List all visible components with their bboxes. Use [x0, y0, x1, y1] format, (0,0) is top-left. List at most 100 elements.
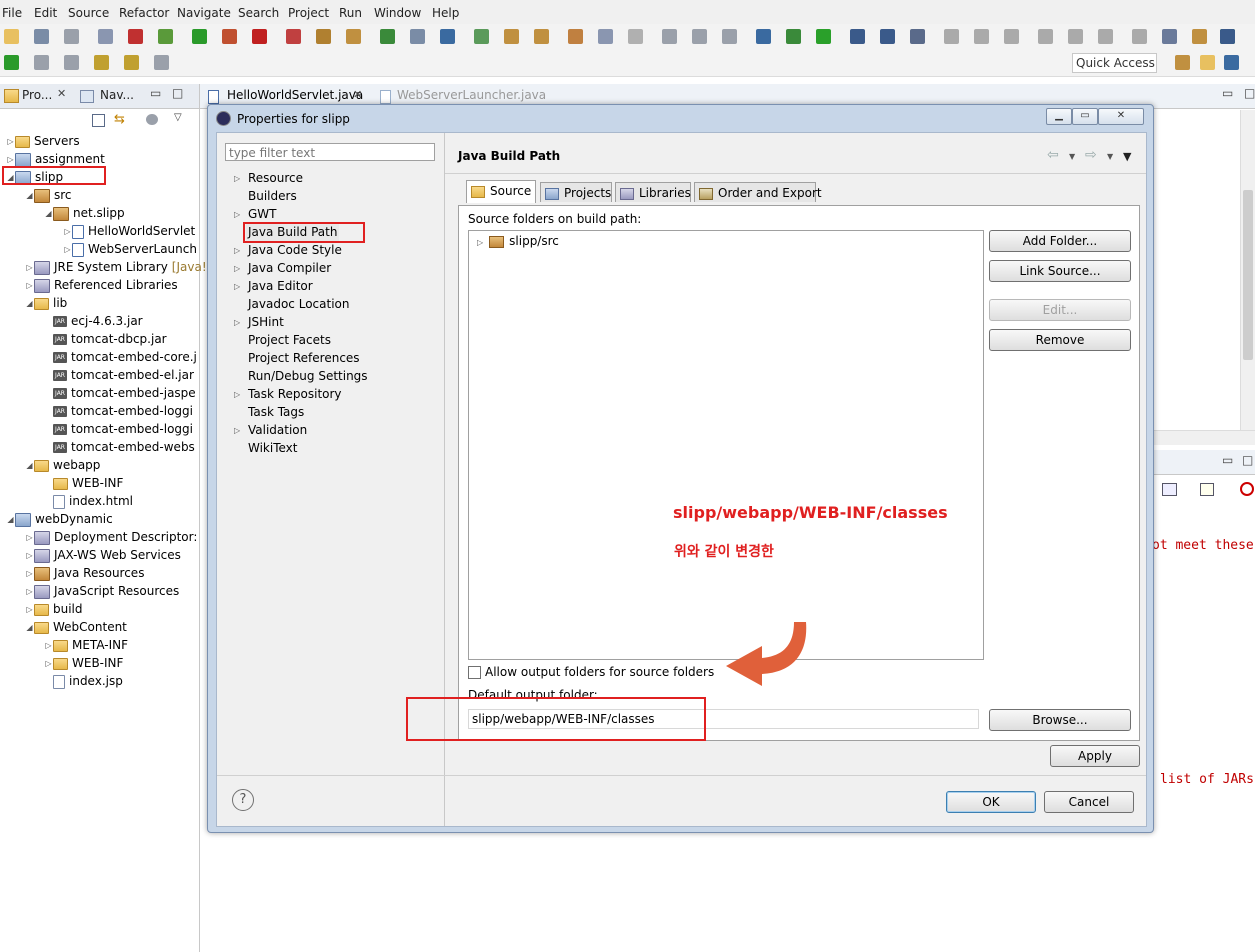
toolbar-icon[interactable] — [756, 29, 771, 44]
toolbar-icon[interactable] — [474, 29, 489, 44]
toolbar-icon[interactable] — [722, 29, 737, 44]
toolbar-icon[interactable] — [1132, 29, 1147, 44]
expand-icon[interactable]: ▷ — [234, 246, 240, 255]
dialog-title-bar[interactable]: Properties for slipp ▁ ▭ ✕ — [208, 105, 1153, 132]
expand-icon[interactable]: ▷ — [25, 529, 34, 547]
help-icon[interactable]: ? — [232, 789, 254, 811]
menu-refactor[interactable]: Refactor — [119, 6, 169, 20]
expand-icon[interactable]: ▷ — [234, 210, 240, 219]
expand-icon[interactable]: ▷ — [25, 259, 34, 277]
toolbar-icon[interactable] — [1004, 29, 1019, 44]
tree-item[interactable]: ◢ webDynamic — [6, 510, 113, 528]
chevron-down-icon[interactable]: ▼ — [1069, 152, 1075, 161]
toolbar-icon[interactable] — [1220, 29, 1235, 44]
tree-item[interactable]: ▷ Servers — [6, 132, 79, 151]
menu-edit[interactable]: Edit — [34, 6, 57, 20]
allow-output-folders-row[interactable]: Allow output folders for source folders — [468, 665, 714, 679]
chevron-down-icon[interactable]: ▼ — [1107, 152, 1113, 161]
tab-project-explorer[interactable]: Pro... — [22, 88, 52, 102]
filters-icon[interactable] — [146, 114, 158, 125]
view-menu-icon[interactable]: ▼ — [1123, 150, 1131, 163]
tree-item[interactable]: ▷ JRE System Library [Java! — [25, 258, 207, 276]
toolbar-icon[interactable] — [504, 29, 519, 44]
tree-item[interactable]: index.html — [44, 492, 133, 510]
nav-item-validation[interactable]: Validation — [248, 421, 307, 439]
expand-icon[interactable]: ▷ — [44, 655, 53, 673]
expand-icon[interactable]: ▷ — [6, 133, 15, 151]
editor-hscrollbar[interactable] — [1152, 430, 1255, 445]
back-arrow-icon[interactable]: ⇦ — [1047, 147, 1059, 163]
toolbar-icon[interactable] — [252, 29, 267, 44]
source-folders-tree[interactable]: ▷ slipp/src — [468, 230, 984, 660]
collapse-icon[interactable]: ◢ — [44, 205, 53, 223]
view-menu-icon[interactable]: ▽ — [174, 112, 182, 123]
toolbar-icon[interactable] — [568, 29, 583, 44]
cancel-button[interactable]: Cancel — [1044, 791, 1134, 813]
expand-icon[interactable]: ▷ — [234, 264, 240, 273]
tree-item[interactable]: ◢ src — [25, 186, 72, 204]
toolbar-icon[interactable] — [1162, 29, 1177, 44]
toolbar-icon[interactable] — [1192, 29, 1207, 44]
close-button[interactable]: ✕ — [1098, 108, 1144, 125]
nav-item-wikitext[interactable]: WikiText — [248, 439, 298, 457]
maximize-icon[interactable]: □ — [1244, 86, 1255, 100]
perspective-icon[interactable] — [1175, 55, 1190, 70]
toolbar-icon[interactable] — [628, 29, 643, 44]
toolbar-icon[interactable] — [380, 29, 395, 44]
tree-item[interactable]: ◢ lib — [25, 294, 67, 312]
tree-item[interactable]: ▷ WebServerLaunch — [63, 240, 197, 258]
menu-search[interactable]: Search — [238, 6, 279, 20]
toolbar-icon[interactable] — [4, 55, 19, 70]
tree-item[interactable]: ▷ HelloWorldServlet — [63, 222, 195, 240]
tab-projects[interactable]: Projects — [540, 182, 612, 202]
tab-order-and-export[interactable]: Order and Export — [694, 182, 822, 202]
nav-item-java-code-style[interactable]: Java Code Style — [248, 241, 342, 259]
nav-item-resource[interactable]: Resource — [248, 169, 303, 187]
toolbar-icon[interactable] — [98, 29, 113, 44]
tree-item[interactable]: JAR tomcat-embed-el.jar — [44, 366, 194, 384]
maximize-icon[interactable]: □ — [1242, 453, 1253, 467]
nav-item-jshint[interactable]: JSHint — [248, 313, 284, 331]
nav-item-run-debug-settings[interactable]: Run/Debug Settings — [248, 367, 368, 385]
quick-access-input[interactable]: Quick Access — [1072, 53, 1157, 73]
toolbar-icon[interactable] — [598, 29, 613, 44]
toolbar-icon[interactable] — [124, 55, 139, 70]
nav-item-gwt[interactable]: GWT — [248, 205, 277, 223]
expand-icon[interactable]: ▷ — [25, 547, 34, 565]
expand-icon[interactable]: ▷ — [25, 601, 34, 619]
toolbar-icon[interactable] — [154, 55, 169, 70]
tree-item[interactable]: JAR ecj-4.6.3.jar — [44, 312, 143, 330]
expand-icon[interactable]: ▷ — [234, 282, 240, 291]
display-console-icon[interactable] — [1162, 483, 1177, 496]
toolbar-icon[interactable] — [94, 55, 109, 70]
minimize-icon[interactable]: ▭ — [1222, 86, 1233, 100]
filter-input[interactable]: type filter text — [225, 143, 435, 161]
tab-webserverlauncher[interactable]: WebServerLauncher.java — [397, 88, 546, 102]
expand-icon[interactable]: ▷ — [234, 174, 240, 183]
toolbar-icon[interactable] — [316, 29, 331, 44]
expand-icon[interactable]: ▷ — [63, 223, 72, 241]
allow-output-folders-checkbox[interactable] — [468, 666, 481, 679]
toolbar-icon[interactable] — [974, 29, 989, 44]
expand-icon[interactable]: ▷ — [234, 426, 240, 435]
toolbar-icon[interactable] — [1068, 29, 1083, 44]
expand-icon[interactable]: ▷ — [44, 637, 53, 655]
expand-icon[interactable]: ▷ — [25, 583, 34, 601]
nav-item-project-facets[interactable]: Project Facets — [248, 331, 331, 349]
menu-help[interactable]: Help — [432, 6, 459, 20]
toolbar-icon[interactable] — [4, 29, 19, 44]
toolbar-icon[interactable] — [850, 29, 865, 44]
forward-arrow-icon[interactable]: ⇨ — [1085, 147, 1097, 163]
browse-button[interactable]: Browse... — [989, 709, 1131, 731]
tab-source[interactable]: Source — [466, 180, 536, 203]
toolbar-icon[interactable] — [440, 29, 455, 44]
tree-item[interactable]: JAR tomcat-embed-core.j — [44, 348, 197, 366]
toolbar-icon[interactable] — [534, 29, 549, 44]
menu-navigate[interactable]: Navigate — [177, 6, 231, 20]
add-folder-button[interactable]: Add Folder... — [989, 230, 1131, 252]
tree-item[interactable]: index.jsp — [44, 672, 123, 690]
tree-item[interactable]: WEB-INF — [44, 474, 123, 492]
toolbar-icon[interactable] — [692, 29, 707, 44]
expand-icon[interactable]: ▷ — [234, 318, 240, 327]
restore-button[interactable]: ▭ — [1072, 108, 1098, 125]
